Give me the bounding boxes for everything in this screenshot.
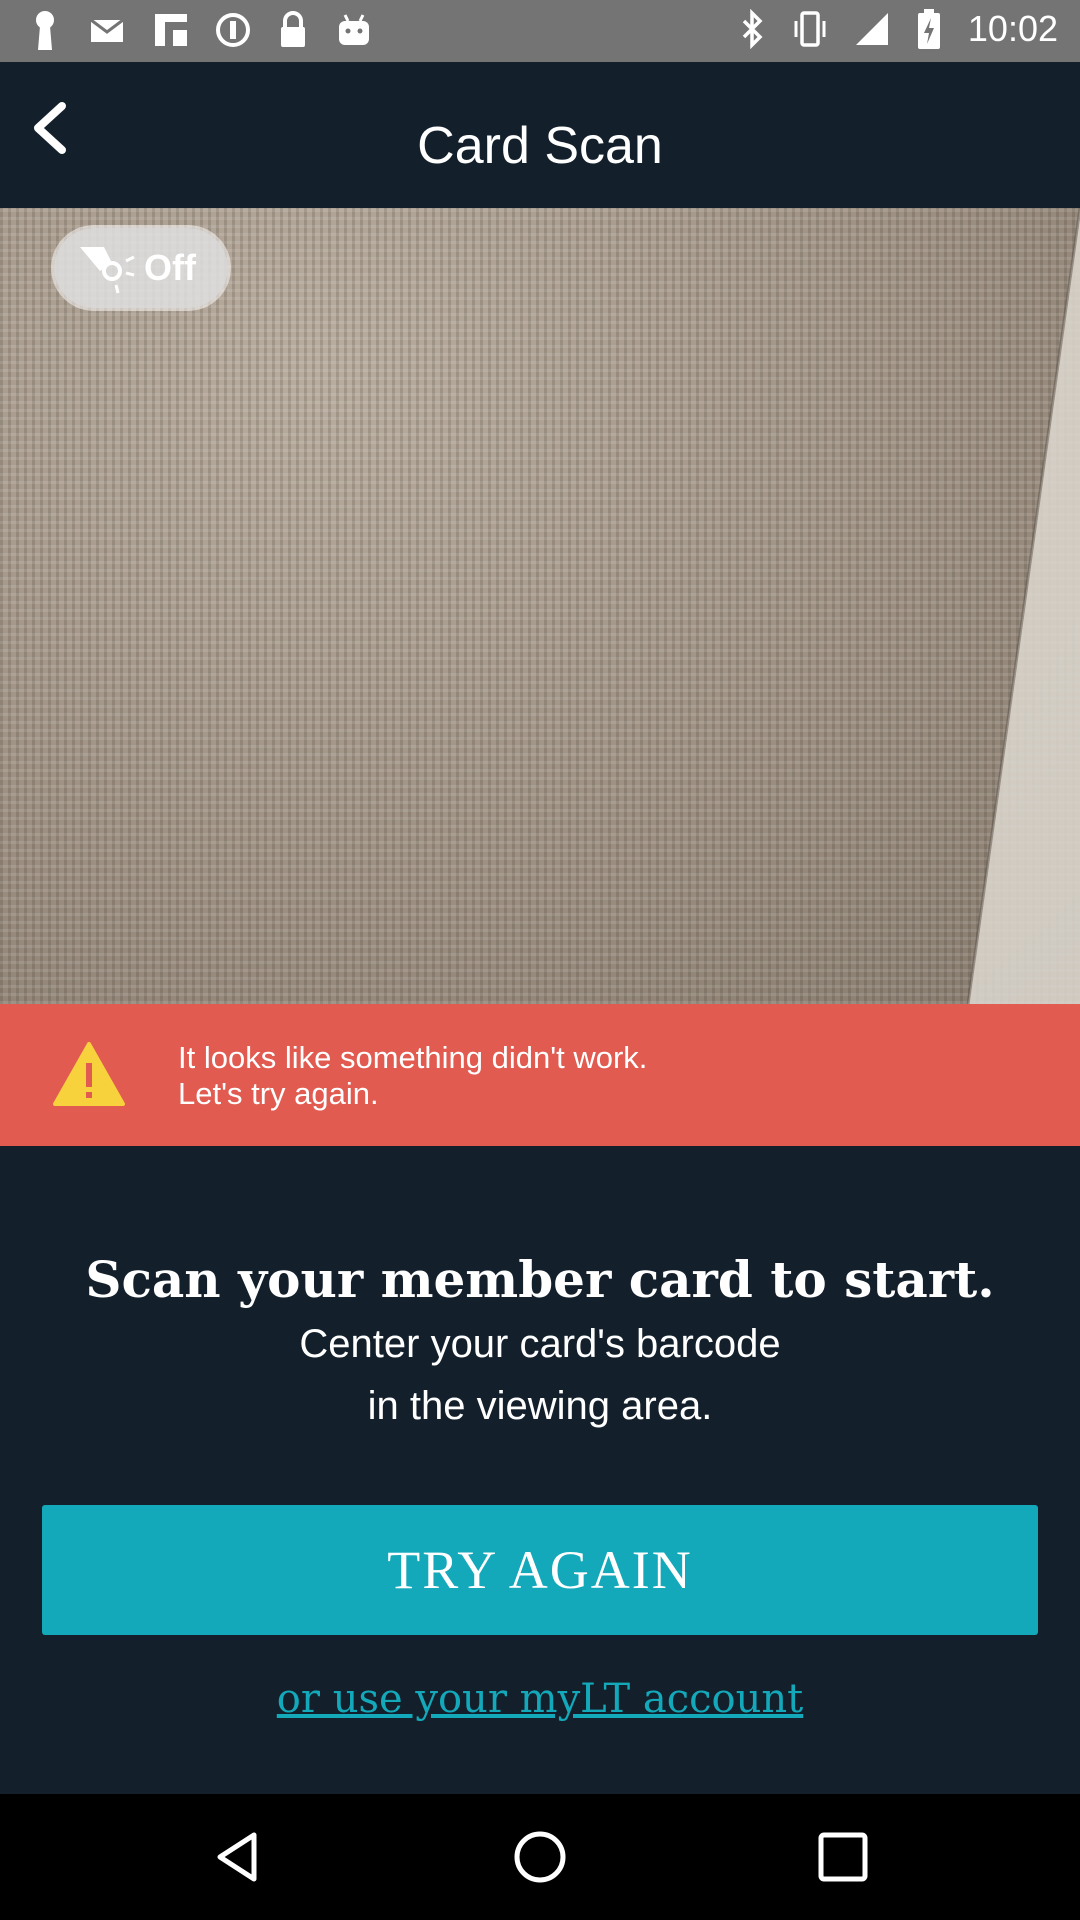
nav-back-button[interactable] [208, 1827, 268, 1887]
error-message-line2: Let's try again. [178, 1076, 379, 1111]
info-icon [216, 13, 250, 47]
error-banner: It looks like something didn't work. Let… [0, 1004, 1080, 1146]
android-icon [339, 14, 369, 45]
flash-toggle[interactable]: Off [54, 228, 228, 308]
keyhole-icon [36, 11, 54, 50]
scan-heading: Scan your member card to start. [85, 1250, 995, 1309]
try-again-button[interactable]: TRY AGAIN [42, 1505, 1038, 1635]
instruction-line1: Center your card's barcode [299, 1322, 781, 1366]
back-triangle-icon [217, 1832, 257, 1882]
card-edge-shading [966, 208, 1080, 1004]
recents-square-icon [818, 1832, 868, 1882]
mylt-account-link[interactable]: or use your myLT account [0, 1676, 1080, 1722]
system-nav-bar [0, 1794, 1080, 1920]
status-left-icons [30, 10, 372, 50]
status-time: 10:02 [967, 8, 1058, 49]
mail-icon [90, 18, 124, 42]
instruction-line2: in the viewing area. [367, 1384, 713, 1428]
flashlight-icon [80, 247, 135, 294]
home-circle-icon [514, 1831, 566, 1883]
status-bar: 10:02 [0, 0, 1080, 62]
error-message-line1: It looks like something didn't work. [178, 1040, 648, 1075]
warning-icon [53, 1042, 125, 1106]
bluetooth-icon [742, 9, 763, 49]
nav-recents-button[interactable] [813, 1827, 873, 1887]
nav-home-button[interactable] [510, 1827, 570, 1887]
lock-icon [281, 11, 305, 47]
page-title: Card Scan [417, 117, 663, 175]
app-header: Card Scan [0, 62, 1080, 208]
vibrate-icon [794, 11, 826, 47]
flipboard-icon [155, 14, 187, 46]
signal-icon [855, 13, 888, 45]
flash-label: Off [144, 247, 196, 288]
camera-viewfinder [0, 208, 1080, 1004]
status-right-icons: 10:02 [740, 8, 1058, 50]
battery-icon [917, 9, 940, 49]
